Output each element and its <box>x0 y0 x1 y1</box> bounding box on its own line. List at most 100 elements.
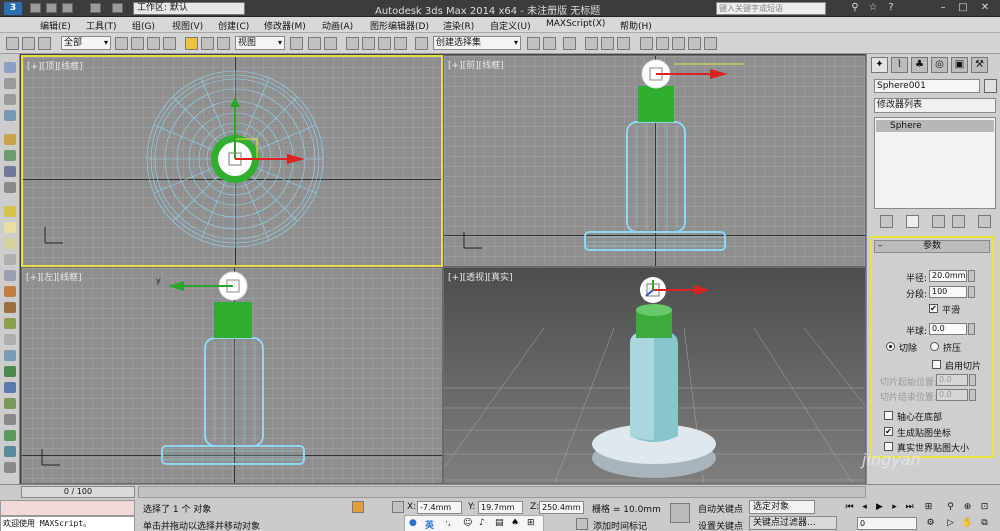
base-to-pivot-checkbox[interactable] <box>884 411 893 420</box>
ime-toolbox-icon[interactable]: ⊞ <box>527 518 535 528</box>
menu-customize[interactable]: 自定义(U) <box>490 19 531 32</box>
track-bar[interactable] <box>138 486 866 498</box>
pin-stack-icon[interactable] <box>880 215 893 228</box>
viewport-label[interactable]: [+][透视][真实] <box>448 270 513 283</box>
smooth-checkbox[interactable]: ✔ <box>929 304 938 313</box>
menu-tools[interactable]: 工具(T) <box>86 19 117 32</box>
tool-icon-3[interactable] <box>4 94 16 105</box>
render-production-icon[interactable] <box>688 37 701 50</box>
ime-mic-icon[interactable]: ♪ <box>479 518 485 528</box>
add-time-tag[interactable]: 添加时间标记 <box>593 519 647 531</box>
viewport-left[interactable]: [+][左][线框] y <box>21 267 443 484</box>
make-unique-icon[interactable] <box>932 215 945 228</box>
pivot-center-icon[interactable] <box>290 37 303 50</box>
x-coordinate-field[interactable]: -7.4mm <box>417 501 462 514</box>
window-crossing-icon[interactable] <box>163 37 176 50</box>
previous-frame-icon[interactable]: ◂ <box>858 502 871 514</box>
radius-input[interactable]: 20.0mm <box>929 270 967 282</box>
maximize-icon[interactable]: □ <box>956 2 970 15</box>
configure-sets-icon[interactable] <box>978 215 991 228</box>
maxscript-listener-input[interactable] <box>0 500 135 516</box>
modifier-list-select[interactable]: 修改器列表 <box>874 98 996 113</box>
key-filters-button[interactable]: 关键点过滤器... <box>749 516 837 530</box>
tool-icon-19[interactable] <box>4 366 16 377</box>
zoom-icon[interactable]: ⚲ <box>944 502 957 514</box>
viewport-label[interactable]: [+][左][线框] <box>26 270 82 283</box>
spinner-snap-icon[interactable] <box>394 37 407 50</box>
key-mode-toggle-icon[interactable]: ⊞ <box>922 502 935 514</box>
tool-icon-10[interactable] <box>4 222 16 233</box>
current-frame-field[interactable]: 0 <box>857 517 917 530</box>
select-by-name-icon[interactable] <box>131 37 144 50</box>
create-tab-icon[interactable]: ✦ <box>871 57 888 73</box>
maximize-viewport-icon[interactable]: ⧉ <box>978 518 991 530</box>
star-icon[interactable]: ☆ <box>866 2 880 15</box>
tool-icon-20[interactable] <box>4 382 16 393</box>
radius-spinner[interactable] <box>968 270 975 282</box>
next-frame-icon[interactable]: ▸ <box>888 502 901 514</box>
show-end-result-icon[interactable] <box>906 215 919 228</box>
menu-modifiers[interactable]: 修改器(M) <box>264 19 306 32</box>
hemisphere-spinner[interactable] <box>968 323 975 335</box>
squash-radio[interactable] <box>930 342 939 351</box>
edit-named-sets-icon[interactable] <box>415 37 428 50</box>
open-file-icon[interactable] <box>46 3 57 13</box>
play-icon[interactable]: ▶ <box>873 502 886 514</box>
select-manipulate-icon[interactable] <box>308 37 321 50</box>
tool-icon-1[interactable] <box>4 62 16 73</box>
time-config-icon[interactable]: ⚙ <box>924 518 937 530</box>
ime-logo-icon[interactable]: ● <box>409 518 417 528</box>
go-to-start-icon[interactable]: ⏮ <box>843 502 856 514</box>
menu-graph-editors[interactable]: 图形编辑器(D) <box>370 19 429 32</box>
hierarchy-tab-icon[interactable]: ♣ <box>911 57 928 73</box>
ime-emoji-icon[interactable]: ☺ <box>463 518 472 528</box>
tool-icon-22[interactable] <box>4 414 16 425</box>
snap-toggle-icon[interactable] <box>346 37 359 50</box>
time-slider[interactable]: 0 / 100 <box>21 486 135 498</box>
slice-from-spinner[interactable] <box>969 374 976 386</box>
key-mode-icon[interactable] <box>670 503 690 523</box>
reference-coord-select[interactable]: 视图 <box>235 36 285 50</box>
graphite-ribbon-icon[interactable] <box>585 37 598 50</box>
tool-icon-15[interactable] <box>4 302 16 313</box>
tool-icon-6[interactable] <box>4 150 16 161</box>
selection-filter-select[interactable]: 全部 <box>61 36 111 50</box>
render-setup-icon[interactable] <box>656 37 669 50</box>
tool-icon-18[interactable] <box>4 350 16 361</box>
menu-edit[interactable]: 编辑(E) <box>40 19 71 32</box>
hemisphere-input[interactable]: 0.0 <box>929 323 967 335</box>
motion-tab-icon[interactable]: ◎ <box>931 57 948 73</box>
align-icon[interactable] <box>543 37 556 50</box>
zoom-extents-icon[interactable]: ⊡ <box>978 502 991 514</box>
material-editor-icon[interactable] <box>640 37 653 50</box>
viewport-top[interactable]: [+][顶][线框] <box>21 55 443 267</box>
tool-icon-11[interactable] <box>4 238 16 249</box>
rect-region-icon[interactable] <box>147 37 160 50</box>
viewport-perspective[interactable]: [+][透视][真实] <box>443 267 866 484</box>
fov-icon[interactable]: ▷ <box>944 518 957 530</box>
viewport-label[interactable]: [+][前][线框] <box>448 58 504 71</box>
angle-snap-icon[interactable] <box>362 37 375 50</box>
segments-spinner[interactable] <box>968 286 975 298</box>
tool-icon-17[interactable] <box>4 334 16 345</box>
enable-slice-checkbox[interactable] <box>932 360 941 369</box>
ime-keyboard-icon[interactable]: ▤ <box>495 518 504 528</box>
ime-language[interactable]: 英 <box>425 518 434 531</box>
percent-snap-icon[interactable] <box>378 37 391 50</box>
pan-icon[interactable]: ✋ <box>961 518 974 530</box>
redo-icon[interactable] <box>112 3 123 13</box>
search-input[interactable]: 键入关键字或短语 <box>716 2 826 15</box>
schematic-view-icon[interactable] <box>617 37 630 50</box>
rollout-header[interactable]: – 参数 <box>874 240 990 253</box>
tool-icon-24[interactable] <box>4 446 16 457</box>
binoculars-icon[interactable]: ⚲ <box>848 2 862 15</box>
chop-radio[interactable] <box>886 342 895 351</box>
app-logo-icon[interactable]: 3 <box>4 2 22 15</box>
menu-maxscript[interactable]: MAXScript(X) <box>546 19 605 29</box>
scale-icon[interactable] <box>217 37 230 50</box>
menu-rendering[interactable]: 渲染(R) <box>443 19 474 32</box>
menu-help[interactable]: 帮助(H) <box>620 19 652 32</box>
help-icon[interactable]: ? <box>884 2 898 15</box>
undo-icon[interactable] <box>6 37 19 50</box>
remove-modifier-icon[interactable] <box>952 215 965 228</box>
